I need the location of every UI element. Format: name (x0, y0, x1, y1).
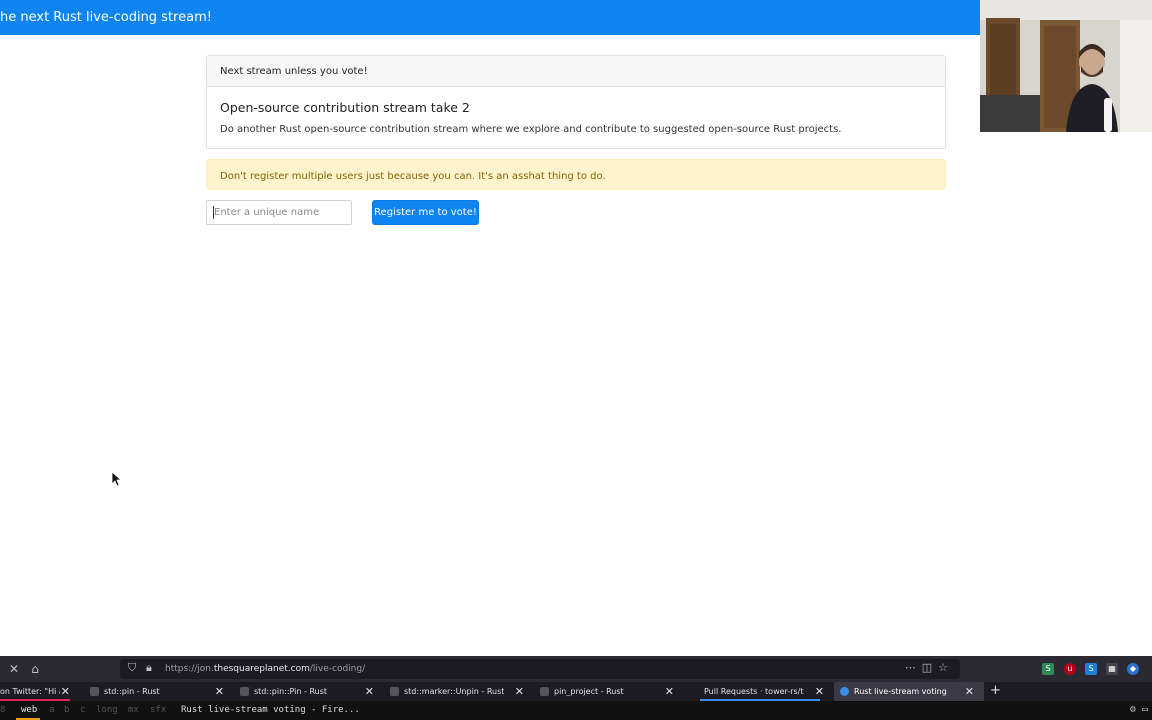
card-header: Next stream unless you vote! (207, 56, 945, 87)
rust-favicon-icon (390, 687, 399, 696)
url-text[interactable]: https://jon.thesquareplanet.com/live-cod… (165, 664, 365, 674)
tray-settings-icon[interactable]: ⚙ (1130, 704, 1136, 715)
docs-favicon-icon (540, 687, 549, 696)
extension-drop-icon[interactable]: ◆ (1127, 663, 1139, 675)
workspace-item[interactable]: 8 (0, 705, 5, 715)
tab-std-pin-pin[interactable]: std::pin::Pin - Rust ✕ (234, 682, 384, 701)
card-description: Do another Rust open-source contribution… (220, 124, 842, 135)
rust-favicon-icon (90, 687, 99, 696)
workspace-item[interactable]: web (21, 705, 37, 715)
bookmark-star-icon[interactable]: ☆ (938, 661, 954, 674)
more-actions-icon[interactable]: ⋯ (905, 661, 922, 674)
loading-favicon-icon (840, 687, 849, 696)
close-icon[interactable]: ✕ (215, 685, 224, 698)
page-actions: ⋯◫☆ (905, 661, 954, 674)
home-icon[interactable]: ⌂ (27, 661, 43, 677)
browser-tab-bar: on Twitter: "Hi all! I'm ✕ std::pin - Ru… (0, 682, 1152, 701)
close-icon[interactable]: ✕ (965, 685, 974, 698)
extension-blue-icon[interactable]: S (1085, 663, 1097, 675)
workspace-item[interactable]: mx (128, 705, 139, 715)
tab-pin-project[interactable]: pin_project - Rust ✕ (534, 682, 684, 701)
ublock-icon[interactable]: u (1064, 663, 1076, 675)
stop-loading-icon[interactable]: ✕ (6, 661, 22, 677)
tab-rust-live-stream-voting[interactable]: Rust live-stream voting ✕ (834, 682, 984, 701)
card-title: Open-source contribution stream take 2 (220, 100, 470, 115)
focused-window-title: Rust live-stream voting - Fire... (181, 705, 360, 715)
rust-favicon-icon (240, 687, 249, 696)
workspace-item[interactable]: b (64, 705, 69, 715)
warning-alert: Don't register multiple users just becau… (206, 159, 946, 190)
mouse-cursor-icon (111, 471, 123, 491)
tab-std-marker-unpin[interactable]: std::marker::Unpin - Rust ✕ (384, 682, 534, 701)
tab-pull-requests[interactable]: Pull Requests · tower-rs/tower ✕ (684, 682, 834, 701)
text-caret (213, 206, 214, 219)
pocket-icon[interactable]: ◫ (922, 661, 938, 674)
tab-std-pin[interactable]: std::pin - Rust ✕ (84, 682, 234, 701)
close-icon[interactable]: ✕ (515, 685, 524, 698)
workspace-item[interactable]: c (80, 705, 85, 715)
workspace-item[interactable]: sfx (150, 705, 166, 715)
close-icon[interactable]: ✕ (815, 685, 824, 698)
window-manager-statusbar: 8 web a b c long mx sfx Rust live-stream… (0, 701, 1152, 720)
register-button[interactable]: Register me to vote! (372, 200, 479, 225)
github-favicon-icon (690, 687, 699, 696)
workspace-item[interactable]: a (49, 705, 54, 715)
webcam-overlay (980, 0, 1152, 132)
address-bar[interactable]: ⛉ 🔒︎ https://jon.thesquareplanet.com/liv… (120, 659, 960, 679)
close-icon[interactable]: ✕ (665, 685, 674, 698)
extensions-grid-icon[interactable]: ▦ (1106, 663, 1118, 675)
close-icon[interactable]: ✕ (61, 685, 70, 698)
workspace-item[interactable]: long (96, 705, 118, 715)
lock-icon[interactable]: 🔒︎ (146, 661, 152, 675)
new-tab-button[interactable]: + (990, 683, 1001, 698)
page-header-title: he next Rust live-coding stream! (0, 10, 212, 25)
tab-twitter[interactable]: on Twitter: "Hi all! I'm ✕ (0, 682, 80, 701)
next-stream-card: Next stream unless you vote! Open-source… (206, 55, 946, 149)
browser-toolbar: ✕ ⌂ ⛉ 🔒︎ https://jon.thesquareplanet.com… (0, 656, 1152, 682)
extension-s-icon[interactable]: S (1042, 663, 1054, 675)
page-header-bar: he next Rust live-coding stream! (0, 0, 980, 35)
tray-monitor-icon[interactable]: ▭ (1142, 704, 1148, 715)
tracking-shield-icon[interactable]: ⛉ (128, 661, 136, 675)
system-tray: ⚙ ▭ (1130, 704, 1148, 715)
unique-name-input[interactable] (206, 200, 352, 225)
close-icon[interactable]: ✕ (365, 685, 374, 698)
